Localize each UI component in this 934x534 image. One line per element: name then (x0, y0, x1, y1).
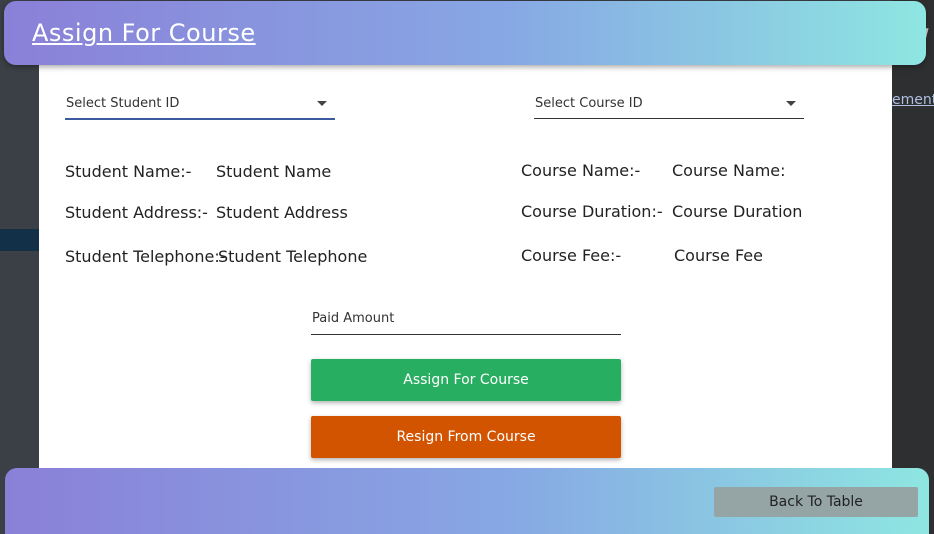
student-address-value: Student Address (216, 203, 348, 222)
student-name-label: Student Name:- (65, 162, 192, 181)
student-telephone-label: Student Telephone:- (65, 247, 226, 266)
background-left-pane (0, 0, 40, 534)
course-name-value: Course Name: (672, 161, 786, 180)
paid-amount-field (311, 303, 623, 335)
course-name-label: Course Name:- (521, 161, 641, 180)
course-fee-value: Course Fee (674, 246, 763, 265)
chevron-down-icon (317, 100, 327, 106)
student-name-value: Student Name (216, 162, 332, 181)
background-right-pane: W ement (892, 0, 934, 534)
back-to-table-button[interactable]: Back To Table (714, 487, 918, 517)
student-id-select[interactable]: Select Student ID (65, 88, 335, 120)
student-telephone-value: Student Telephone (218, 247, 368, 266)
paid-amount-input[interactable] (311, 303, 623, 326)
assign-course-panel: Select Student ID Select Course ID Stude… (39, 60, 892, 534)
resign-from-course-button[interactable]: Resign From Course (311, 416, 621, 458)
background-stripe (0, 229, 40, 251)
course-duration-label: Course Duration:- (521, 202, 663, 221)
background-link-fragment[interactable]: ement (892, 92, 934, 108)
student-id-select-text: Select Student ID (66, 95, 180, 111)
dialog-footer: Back To Table (5, 468, 929, 534)
course-id-select[interactable]: Select Course ID (534, 88, 804, 119)
student-address-label: Student Address:- (65, 203, 208, 222)
assign-for-course-button[interactable]: Assign For Course (311, 359, 621, 401)
course-fee-label: Course Fee:- (521, 246, 622, 265)
course-id-select-text: Select Course ID (535, 95, 643, 111)
dialog-title: Assign For Course (32, 19, 256, 47)
course-duration-value: Course Duration (672, 202, 803, 221)
dialog-header: Assign For Course (4, 1, 926, 65)
chevron-down-icon (786, 100, 796, 106)
